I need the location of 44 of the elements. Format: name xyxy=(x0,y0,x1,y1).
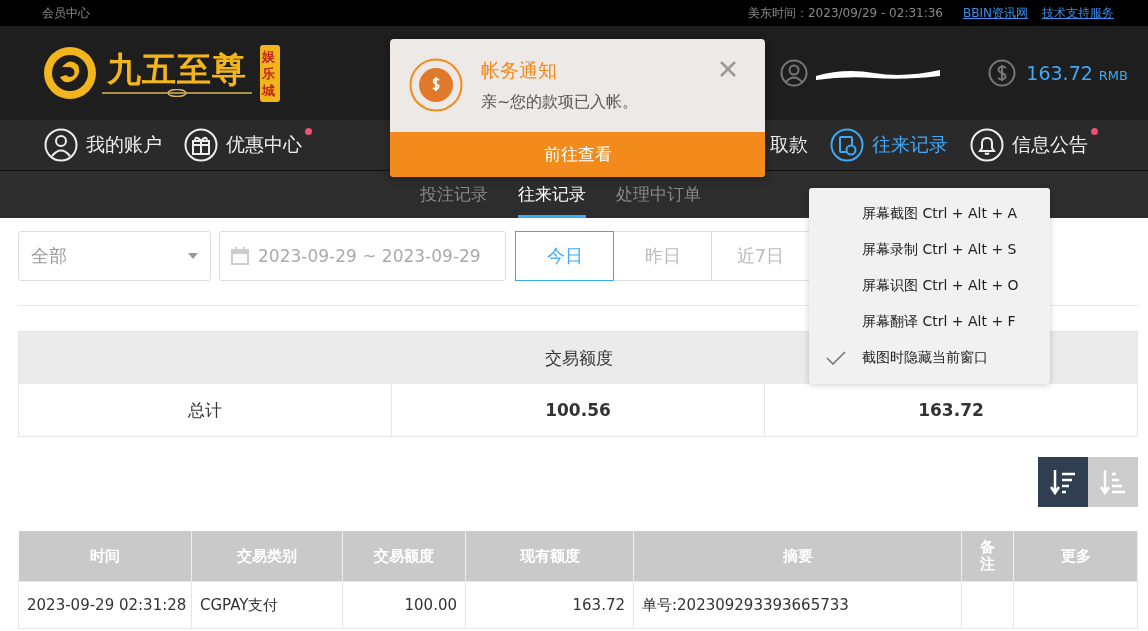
calendar-icon xyxy=(230,246,250,266)
top-link[interactable]: 技术支持服务 xyxy=(1042,4,1114,22)
table-cell-text: 163.72 xyxy=(917,399,985,422)
sort-ascending-icon xyxy=(1100,468,1126,496)
top-link[interactable]: BBIN资讯网 xyxy=(963,4,1028,22)
sort-descending-button[interactable] xyxy=(1038,457,1088,507)
menu-item[interactable]: 截图时隐藏当前窗口 xyxy=(809,340,1050,376)
brand-badge: 娱乐城 xyxy=(260,44,280,102)
user-icon xyxy=(780,59,809,87)
server-time: 美东时间：2023/09/29 - 02:31:36 xyxy=(748,4,943,22)
nav-item[interactable]: 取款 xyxy=(770,132,808,158)
money-icon xyxy=(409,58,463,112)
gift-icon xyxy=(184,128,218,162)
ornament-icon xyxy=(102,89,252,97)
table-cell: 163.72 xyxy=(465,581,634,629)
table-cell: 总计 xyxy=(19,384,392,436)
currency-label: RMB xyxy=(1098,67,1128,83)
close-icon[interactable] xyxy=(719,60,737,78)
table-cell: 100.00 xyxy=(342,581,466,629)
table-cell: CGPAY支付 xyxy=(191,581,343,629)
notification-title: 帐务通知 xyxy=(481,58,558,83)
nav-item[interactable]: 信息公告 xyxy=(970,128,1088,162)
sort-descending-icon xyxy=(1050,468,1076,496)
caret-icon xyxy=(188,253,198,259)
menu-item[interactable]: 屏幕识图 Ctrl + Alt + O xyxy=(809,268,1050,304)
table-cell: 单号:202309293393665733 xyxy=(633,581,962,629)
brand-name: 九五至尊 xyxy=(107,49,247,89)
nav-item[interactable]: 往来记录 xyxy=(830,128,948,162)
bell-icon xyxy=(970,128,1004,162)
menu-item[interactable]: 屏幕截图 Ctrl + Alt + A xyxy=(809,196,1050,232)
menu-item[interactable]: 屏幕翻译 Ctrl + Alt + F xyxy=(809,304,1050,340)
table-cell: 100.56 xyxy=(392,384,765,436)
balance-amount: 163.72 xyxy=(1026,62,1093,84)
menu-item[interactable]: 屏幕录制 Ctrl + Alt + S xyxy=(809,232,1050,268)
nav-item[interactable]: 我的账户 xyxy=(44,128,162,162)
column-header: 交易额度 xyxy=(543,346,614,370)
table-cell: 2023-09-29 02:31:28 xyxy=(18,581,192,629)
record-icon xyxy=(830,128,864,162)
logo-icon xyxy=(42,45,98,101)
user-icon xyxy=(44,128,78,162)
member-center-link[interactable]: 会员中心 xyxy=(42,4,90,22)
dollar-icon xyxy=(988,59,1017,87)
notification-message: 亲~您的款项已入帐。 xyxy=(481,92,639,113)
nav-item[interactable]: 优惠中心 xyxy=(184,128,302,162)
